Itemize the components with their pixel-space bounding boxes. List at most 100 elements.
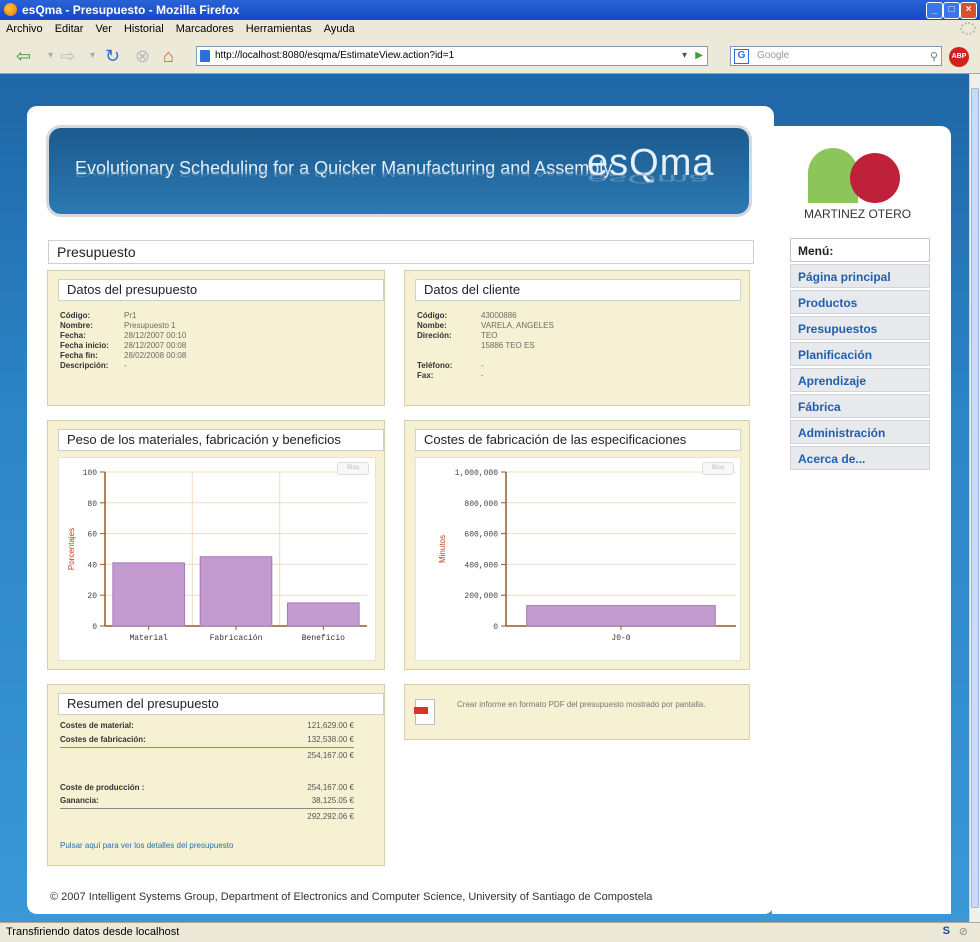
y-tick-label: 60	[87, 531, 97, 540]
status-bar: Transfiriendo datos desde localhost S ⊘	[0, 922, 980, 942]
details-link[interactable]: Pulsar aquí para ver los detalles del pr…	[60, 841, 233, 850]
bar	[526, 605, 716, 627]
menu-ayuda[interactable]: Ayuda	[318, 20, 361, 35]
menu-item-productos[interactable]: Productos	[790, 290, 930, 314]
client-label: Teléfono:	[417, 361, 453, 370]
costs-bar-chart: 0 200,000 400,000 600,000 800,000 1,000,000 Mi…	[438, 469, 736, 643]
menu-item-acerca-de[interactable]: Acerca de...	[790, 446, 930, 470]
summary-panel: Resumen del presupuesto Costes de materi…	[47, 684, 385, 866]
estimate-label: Fecha:	[60, 331, 86, 340]
client-panel: Datos del cliente Código: Nombe: Direció…	[404, 270, 750, 406]
client-label: Fax:	[417, 371, 434, 380]
client-heading: Datos del cliente	[415, 279, 741, 301]
weights-chart-area: Bloq 0 20 40 60 80 100 Porcentajes Material Fabr…	[58, 457, 376, 661]
estimate-value: Pr1	[124, 311, 137, 320]
menu-item-administracion[interactable]: Administración	[790, 420, 930, 444]
estimate-value: Presupuesto 1	[124, 321, 176, 330]
menu-item-pagina-principal[interactable]: Página principal	[790, 264, 930, 288]
back-dropdown-icon[interactable]: ▾	[48, 45, 53, 67]
costs-chart-area: Bloq 0 200,000 400,000 600,000 800,000 1,000,…	[415, 457, 741, 661]
minimize-button[interactable]: _	[926, 2, 943, 19]
navigation-toolbar: ⇦ ▾ ⇨ ▾ ↻ ⊗ ⌂ http://localhost:8080/esqm…	[0, 39, 980, 74]
search-engine-icon[interactable]: G	[734, 49, 749, 64]
weights-bar-chart: 0 20 40 60 80 100 Porcentajes Material Fabricaci…	[67, 469, 367, 643]
menu-item-planificacion[interactable]: Planificación	[790, 342, 930, 366]
status-text: Transfiriendo datos desde localhost	[6, 926, 180, 938]
x-tick-label: J0-0	[611, 634, 630, 643]
go-icon[interactable]: ▶	[695, 47, 703, 65]
menu-item-aprendizaje[interactable]: Aprendizaje	[790, 368, 930, 392]
maximize-button[interactable]: □	[943, 2, 960, 19]
martinez-otero-logo	[808, 148, 904, 203]
gain-value: 38,125.05 €	[311, 796, 354, 805]
menu-ver[interactable]: Ver	[89, 20, 118, 35]
menu-archivo[interactable]: Archivo	[0, 20, 49, 35]
y-tick-label: 40	[87, 561, 97, 570]
summary-divider	[60, 747, 354, 748]
client-value: -	[481, 361, 484, 370]
costs-chart-panel: Costes de fabricación de las especificac…	[404, 420, 750, 670]
estimate-value: 28/02/2008 00:08	[124, 351, 187, 360]
menu-editar[interactable]: Editar	[49, 20, 90, 35]
scrollbar-thumb[interactable]	[971, 88, 979, 908]
menu-historial[interactable]: Historial	[118, 20, 170, 35]
subtotal-value: 254,167.00 €	[307, 751, 354, 760]
estimate-values: Pr1 Presupuesto 1 28/12/2007 00:10 28/12…	[124, 311, 186, 371]
search-icon[interactable]: ⚲	[930, 48, 938, 66]
menu-marcadores[interactable]: Marcadores	[170, 20, 240, 35]
company-name: MARTINEZ OTERO	[804, 207, 912, 221]
forward-dropdown-icon[interactable]: ▾	[90, 45, 95, 67]
estimate-value: 28/12/2007 00:08	[124, 341, 187, 350]
side-menu: Menú: Página principal Productos Presupu…	[790, 238, 930, 472]
client-value: TEO	[481, 331, 498, 340]
forward-icon[interactable]: ⇨	[60, 45, 75, 67]
esqma-logo-reflection: esQma	[587, 171, 710, 186]
home-icon[interactable]: ⌂	[163, 45, 174, 67]
pdf-report-link[interactable]: Crear informe en formato PDF del presupu…	[457, 699, 747, 710]
url-dropdown-icon[interactable]: ▾	[682, 47, 687, 65]
chart-lock-chip[interactable]: Bloq	[702, 462, 734, 475]
menu-header: Menú:	[790, 238, 930, 262]
production-cost-row: Coste de producción : 254,167.00 €	[60, 783, 354, 792]
search-input[interactable]: G Google ⚲	[730, 46, 942, 66]
skype-icon[interactable]: S	[943, 925, 950, 937]
client-value: 43000886	[481, 311, 517, 320]
pdf-panel: Crear informe en formato PDF del presupu…	[404, 684, 750, 740]
throbber-icon	[960, 22, 976, 35]
url-field[interactable]: http://localhost:8080/esqma/EstimateView…	[196, 46, 708, 66]
bar	[287, 602, 360, 627]
chart-lock-chip[interactable]: Bloq	[337, 462, 369, 475]
menu-item-fabrica[interactable]: Fábrica	[790, 394, 930, 418]
page-title: Presupuesto	[48, 240, 754, 264]
client-label: Código:	[417, 311, 448, 320]
back-icon[interactable]: ⇦	[16, 45, 31, 67]
y-tick-label: 1,000,000	[455, 469, 498, 478]
menu-herramientas[interactable]: Herramientas	[240, 20, 318, 35]
close-button[interactable]: ×	[960, 2, 977, 19]
estimate-value: 28/12/2007 00:10	[124, 331, 187, 340]
adblock-icon[interactable]: ABP	[949, 47, 969, 67]
pdf-icon[interactable]	[414, 699, 435, 725]
x-tick-label: Fabricación	[210, 634, 263, 643]
reload-icon[interactable]: ↻	[105, 45, 120, 67]
gain-label: Ganancia:	[60, 796, 99, 805]
client-value: 15886 TEO ES	[481, 341, 535, 350]
y-tick-label: 200,000	[464, 592, 498, 601]
gain-row: Ganancia: 38,125.05 €	[60, 796, 354, 805]
estimate-heading: Datos del presupuesto	[58, 279, 384, 301]
fab-cost-value: 132,538.00 €	[307, 735, 354, 744]
y-tick-label: 0	[92, 623, 97, 632]
vertical-scrollbar[interactable]	[969, 74, 980, 922]
estimate-labels: Código: Nombre: Fecha: Fecha inicio: Fec…	[60, 311, 109, 371]
material-cost-value: 121,629.00 €	[307, 721, 354, 730]
stop-icon[interactable]: ⊗	[135, 45, 150, 67]
production-cost-value: 254,167.00 €	[307, 783, 354, 792]
estimate-label: Nombre:	[60, 321, 93, 330]
y-tick-label: 80	[87, 500, 97, 509]
menu-item-presupuestos[interactable]: Presupuestos	[790, 316, 930, 340]
url-text: http://localhost:8080/esqma/EstimateView…	[215, 50, 455, 61]
window-title: esQma - Presupuesto - Mozilla Firefox	[22, 3, 240, 17]
status-block-icon[interactable]: ⊘	[959, 925, 968, 938]
client-label: Direción:	[417, 331, 452, 340]
fab-cost-label: Costes de fabricación:	[60, 735, 146, 744]
